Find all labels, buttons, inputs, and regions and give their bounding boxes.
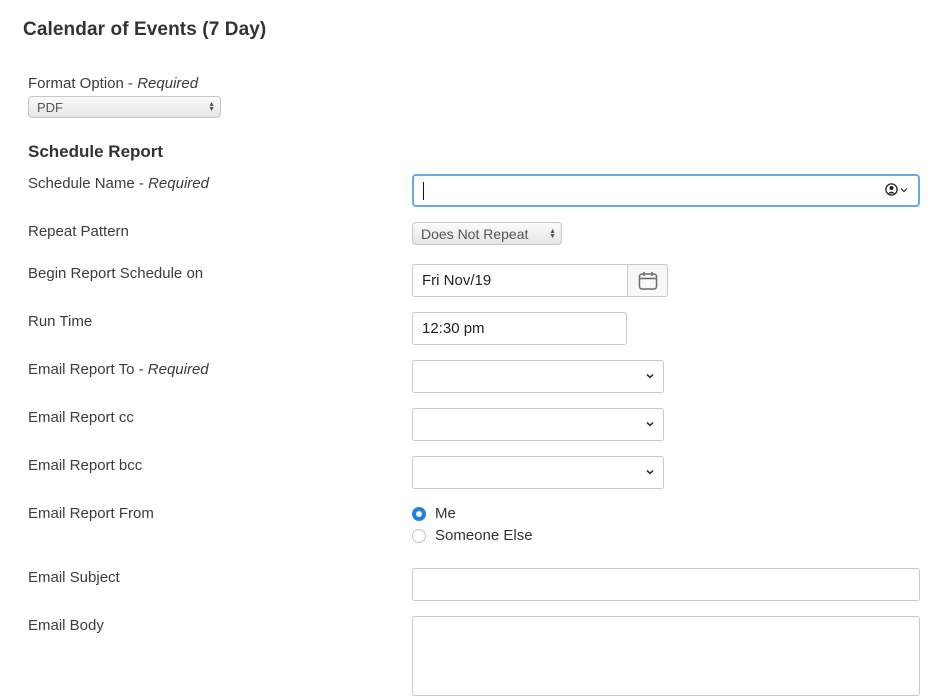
- radio-someone-else-label: Someone Else: [435, 527, 533, 544]
- email-from-label: Email Report From: [28, 505, 154, 522]
- required-marker: Required: [137, 75, 199, 92]
- required-marker: Required: [148, 175, 209, 192]
- format-option-label: Format Option - Required: [28, 75, 198, 92]
- email-bcc-select[interactable]: [412, 456, 664, 489]
- run-time-value: 12:30 pm: [422, 320, 485, 337]
- chevron-down-icon: [646, 469, 654, 475]
- email-to-label: Email Report To - Required: [28, 361, 209, 378]
- format-select[interactable]: PDF ▲ ▼: [28, 96, 221, 118]
- radio-someone-else[interactable]: [412, 528, 426, 543]
- email-body-textarea[interactable]: [412, 616, 920, 696]
- format-label-text: Format Option: [28, 75, 124, 92]
- email-from-option-me[interactable]: Me: [412, 505, 456, 522]
- schedule-name-label: Schedule Name - Required: [28, 175, 209, 192]
- radio-me-label: Me: [435, 505, 456, 522]
- separator: -: [134, 175, 149, 192]
- updown-arrows-icon: ▲ ▼: [208, 101, 215, 113]
- schedule-name-label-text: Schedule Name: [28, 175, 135, 192]
- email-to-select[interactable]: [412, 360, 664, 393]
- required-marker: Required: [147, 361, 209, 378]
- begin-schedule-label: Begin Report Schedule on: [28, 265, 204, 282]
- calendar-icon: [638, 271, 657, 290]
- format-select-value: PDF: [37, 99, 63, 115]
- radio-me[interactable]: [412, 506, 426, 521]
- separator: -: [123, 75, 138, 92]
- begin-date-picker: Fri Nov/19: [412, 264, 668, 297]
- email-from-option-someone-else[interactable]: Someone Else: [412, 527, 533, 544]
- begin-date-value: Fri Nov/19: [422, 272, 492, 289]
- email-subject-label: Email Subject: [28, 569, 120, 586]
- email-bcc-label: Email Report bcc: [28, 457, 143, 474]
- calendar-button[interactable]: [627, 264, 668, 297]
- page-title: Calendar of Events (7 Day): [23, 19, 267, 40]
- updown-arrows-icon: ▲ ▼: [549, 227, 556, 240]
- autofill-contact-button[interactable]: [885, 183, 908, 196]
- email-subject-input[interactable]: [412, 568, 920, 601]
- separator: -: [134, 361, 148, 378]
- repeat-pattern-select[interactable]: Does Not Repeat ▲ ▼: [412, 222, 562, 245]
- begin-date-input[interactable]: Fri Nov/19: [412, 264, 628, 297]
- chevron-down-icon: [900, 187, 908, 192]
- email-cc-label: Email Report cc: [28, 409, 134, 426]
- text-caret: [423, 182, 424, 200]
- run-time-input[interactable]: 12:30 pm: [412, 312, 627, 345]
- repeat-pattern-label: Repeat Pattern: [28, 223, 129, 240]
- email-to-label-text: Email Report To: [28, 361, 135, 378]
- section-title-schedule-report: Schedule Report: [28, 142, 164, 161]
- chevron-down-icon: [646, 421, 654, 427]
- schedule-name-input[interactable]: [412, 174, 920, 207]
- repeat-pattern-value: Does Not Repeat: [421, 225, 529, 242]
- email-body-label: Email Body: [28, 617, 104, 634]
- person-circle-icon: [885, 183, 898, 196]
- run-time-label: Run Time: [28, 313, 93, 330]
- chevron-down-icon: [646, 373, 654, 379]
- email-cc-select[interactable]: [412, 408, 664, 441]
